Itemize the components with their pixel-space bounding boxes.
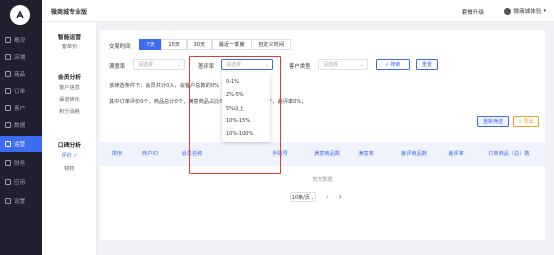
sidebar-item-label: 商品 — [14, 72, 26, 78]
sidebar-item-label: 设置 — [14, 199, 26, 205]
avatar — [503, 7, 511, 15]
sidebar-item-settings[interactable]: 设置 — [0, 193, 42, 209]
goods-icon — [5, 71, 11, 77]
search-icon: ⌕ — [385, 61, 389, 68]
column-header-bad-count[interactable]: 差评商品数 — [392, 142, 436, 166]
search-button-label: 搜索 — [390, 62, 401, 68]
settings-icon — [5, 198, 11, 204]
export-button[interactable]: ⇪ 导出 — [513, 116, 539, 127]
export-button-label: 导出 — [523, 119, 534, 125]
sidebar-item-label: 店铺 — [14, 55, 26, 61]
top-bar: 微商城专业版 套餐升级 微商城体验 ▾ — [42, 0, 554, 22]
sidebar-item-finance[interactable]: 财务 — [0, 155, 42, 171]
sidebar-item-label: 客户 — [14, 106, 26, 112]
tab-7-days[interactable]: 7天 — [139, 39, 162, 50]
reset-button[interactable]: 重置 — [416, 59, 438, 70]
sidebar-item-data[interactable]: 数据 — [0, 117, 42, 133]
sidebar-item-overview[interactable]: 概况 — [0, 32, 42, 48]
search-button[interactable]: ⌕ 搜索 — [376, 59, 410, 70]
subnav-item-points[interactable]: 积分消耗 — [42, 108, 97, 115]
empty-state: 暂无数据 — [312, 177, 333, 183]
sidebar-item-apps[interactable]: 应用 — [0, 174, 42, 190]
table-header: 排序 商户ID 会员名称 手机号 满意商品数 满意率 差评商品数 差评率 订单商… — [100, 142, 545, 166]
sidebar-item-store[interactable]: 店铺 — [0, 49, 42, 65]
main-sidebar: 概况 店铺 商品 订单 客户 数据 运营 财务 应用 设置 — [0, 0, 42, 255]
column-header-satisfaction-rate[interactable]: 满意率 — [350, 142, 382, 166]
subnav-group-title: 会员分析 — [57, 75, 82, 81]
operate-icon — [5, 141, 11, 147]
data-icon — [5, 122, 11, 128]
sidebar-item-operate[interactable]: 运营 — [0, 136, 42, 152]
sidebar-item-label: 应用 — [14, 180, 26, 186]
time-filter-label: 交易时间 — [109, 44, 131, 50]
user-menu[interactable]: 微商城体验 ▾ — [503, 7, 546, 15]
tab-30-days[interactable]: 30天 — [186, 39, 213, 50]
customer-icon — [5, 105, 11, 111]
subnav-group-title: 口碑分析 — [57, 143, 82, 149]
chevron-down-icon: ⌄ — [359, 62, 364, 68]
sidebar-item-label: 财务 — [14, 161, 26, 167]
main-content: 交易时间 7天 15天 30天 最近一季度 自定义时间 满意率 请选择 ⌄ 差评… — [97, 22, 554, 255]
dropdown-option[interactable]: 5%以上 — [226, 105, 244, 112]
subnav-item-label: 评价 — [61, 153, 72, 159]
finance-icon — [5, 160, 11, 166]
review-analysis-card: 交易时间 7天 15天 30天 最近一季度 自定义时间 满意率 请选择 ⌄ 差评… — [100, 30, 545, 240]
store-icon — [5, 54, 11, 60]
chevron-down-icon: ⌄ — [176, 62, 181, 68]
satisfaction-select[interactable]: 请选择 ⌄ — [133, 59, 185, 70]
subnav-item-rights[interactable]: 物权 — [42, 165, 97, 172]
tab-last-quarter[interactable]: 最近一季度 — [211, 39, 252, 50]
sidebar-item-label: 运营 — [14, 142, 26, 148]
customer-type-select[interactable]: 请选择 ⌄ — [318, 59, 368, 70]
column-header-sort[interactable]: 排序 — [104, 142, 130, 166]
time-tabs: 7天 15天 30天 最近一季度 自定义时间 — [139, 39, 292, 50]
check-icon: ✓ — [73, 153, 78, 159]
subnav-item-reviews[interactable]: 评价 ✓ — [42, 152, 97, 159]
upgrade-link[interactable]: 套餐升级 — [462, 8, 484, 16]
export-icon: ⇪ — [518, 118, 523, 125]
subnav-item-channel[interactable]: 渠道转化 — [42, 96, 97, 103]
pagination: 10条/页 ⌄ ‹ › — [290, 192, 342, 202]
bad-rate-dropdown: 0-1% 2%-5% 5%以上 10%-15% 10%-100% — [222, 72, 270, 142]
app-icon — [5, 179, 11, 185]
home-icon — [5, 37, 11, 43]
reset-filter-button[interactable]: 重新筛选 — [477, 116, 509, 127]
order-icon — [5, 88, 11, 94]
sidebar-item-label: 概况 — [14, 38, 26, 44]
tab-custom-time[interactable]: 自定义时间 — [251, 39, 292, 50]
app-logo — [10, 5, 30, 25]
store-name: 微商城专业版 — [51, 9, 88, 16]
sidebar-item-customers[interactable]: 客户 — [0, 100, 42, 116]
dropdown-option[interactable]: 10%-15% — [226, 118, 250, 124]
chevron-down-icon: ⌄ — [310, 194, 315, 200]
sidebar-item-label: 数据 — [14, 123, 26, 129]
column-header-bad-rate[interactable]: 差评率 — [440, 142, 472, 166]
user-name: 微商城体验 — [513, 9, 542, 15]
next-page-button[interactable]: › — [339, 193, 342, 201]
column-header-merchant-id[interactable]: 商户ID — [132, 142, 168, 166]
dropdown-option[interactable]: 0-1% — [226, 79, 239, 85]
customer-type-label: 客户类型 — [289, 64, 311, 70]
satisfaction-label: 满意率 — [109, 64, 126, 70]
sidebar-item-goods[interactable]: 商品 — [0, 66, 42, 82]
page-size-select[interactable]: 10条/页 ⌄ — [290, 192, 316, 202]
page-size-value: 10条/页 — [291, 194, 310, 201]
subnav-group-title: 智能运营 — [57, 35, 82, 41]
subnav-item-unit-price[interactable]: 客单价 — [42, 43, 97, 50]
sidebar-item-label: 订单 — [14, 89, 26, 95]
column-header-order-goods[interactable]: 订单商品（总）数 — [482, 142, 536, 166]
sub-nav: 智能运营 客单价 会员分析 客户信息 渠道转化 积分消耗 口碑分析 评价 ✓ 物… — [42, 22, 97, 255]
tab-15-days[interactable]: 15天 — [161, 39, 188, 50]
select-placeholder: 请选择 — [323, 62, 339, 68]
subnav-item-customer-info[interactable]: 客户信息 — [42, 84, 97, 91]
prev-page-button[interactable]: ‹ — [326, 193, 329, 201]
chevron-down-icon: ▾ — [543, 8, 546, 14]
select-placeholder: 请选择 — [138, 62, 154, 68]
column-header-satisfied-count[interactable]: 满意商品数 — [306, 142, 348, 166]
sidebar-item-orders[interactable]: 订单 — [0, 83, 42, 99]
dropdown-option[interactable]: 2%-5% — [226, 92, 244, 98]
dropdown-option[interactable]: 10%-100% — [226, 131, 253, 137]
